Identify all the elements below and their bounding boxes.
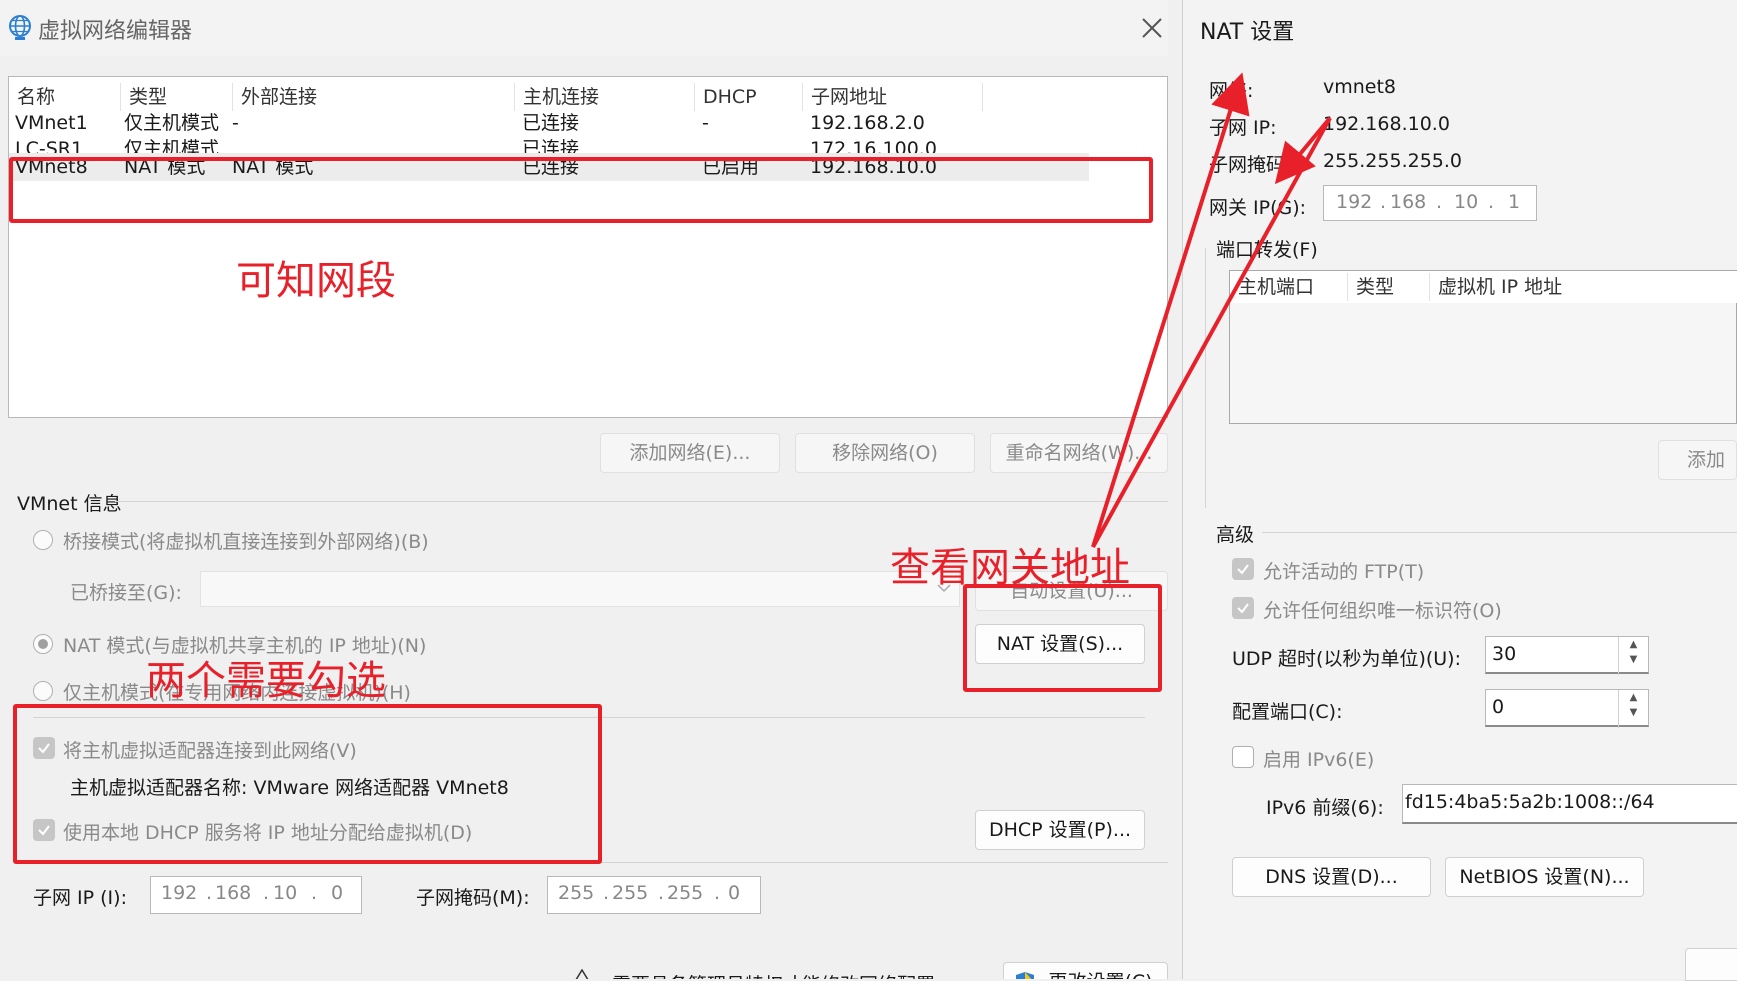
annotation-arrows: [1091, 72, 1332, 548]
arrow-to-network: [1091, 72, 1250, 548]
arrow-to-gateway: [1274, 116, 1332, 185]
arrow-shaft: [1091, 117, 1332, 548]
